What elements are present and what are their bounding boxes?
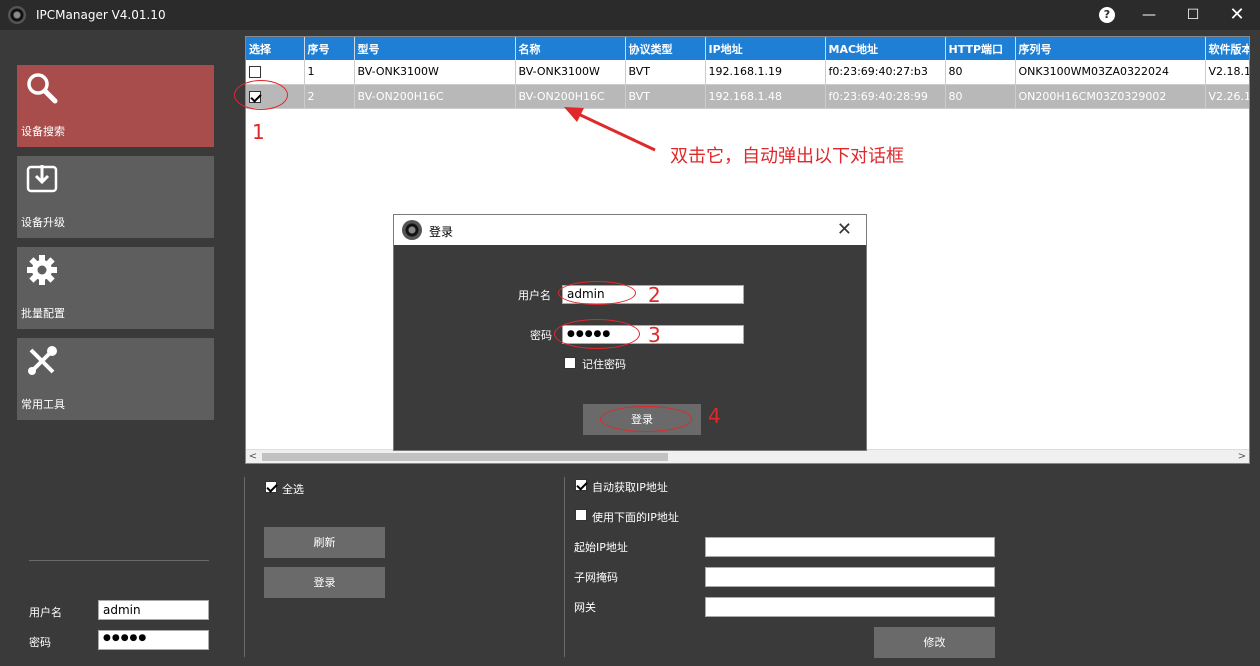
column-header[interactable]: 序列号 — [1015, 37, 1206, 60]
dialog-title-bar: 登录 ✕ — [394, 215, 866, 245]
column-header[interactable]: 协议类型 — [625, 37, 706, 60]
auto-ip-label: 自动获取IP地址 — [592, 481, 668, 494]
minimize-icon[interactable]: — — [1139, 5, 1159, 25]
sidebar-divider — [29, 560, 209, 561]
start-ip-label: 起始IP地址 — [574, 541, 628, 554]
tools-icon — [28, 346, 57, 375]
row-protocol: BVT — [625, 60, 706, 85]
row-port: 80 — [945, 60, 1016, 85]
sidebar-username-input[interactable]: admin — [98, 600, 209, 620]
modify-button[interactable]: 修改 — [874, 627, 995, 658]
remember-password-checkbox[interactable] — [564, 357, 576, 369]
start-ip-input[interactable] — [705, 537, 995, 557]
row-checkbox[interactable] — [249, 66, 261, 79]
download-icon — [26, 165, 58, 193]
annotation-ellipse — [554, 319, 640, 349]
login-button[interactable]: 登录 — [264, 567, 385, 598]
annotation-ellipse — [558, 281, 636, 305]
annotation-number: 4 — [708, 404, 721, 428]
annotation-number: 3 — [648, 323, 661, 347]
maximize-icon[interactable]: ☐ — [1183, 5, 1203, 25]
sidebar-item-device-upgrade[interactable]: 设备升级 — [17, 156, 214, 238]
row-mac: f0:23:69:40:27:b3 — [825, 60, 946, 85]
gateway-input[interactable] — [705, 597, 995, 617]
app-logo-icon — [8, 6, 26, 24]
column-header[interactable]: 软件版本 — [1205, 37, 1249, 60]
title-bar: IPCManager V4.01.10 ? — ☐ ✕ — [0, 0, 1260, 30]
help-icon[interactable]: ? — [1099, 7, 1115, 23]
column-header[interactable]: HTTP端口 — [945, 37, 1016, 60]
sidebar-item-label: 批量配置 — [21, 307, 65, 320]
row-name: BV-ONK3100W — [515, 60, 626, 85]
select-all-checkbox[interactable] — [265, 481, 277, 493]
gear-icon — [27, 255, 57, 285]
annotation-ellipse — [234, 80, 288, 110]
annotation-number: 1 — [252, 120, 265, 144]
horizontal-scrollbar[interactable]: < > — [246, 449, 1249, 463]
subnet-label: 子网掩码 — [574, 571, 618, 584]
row-version: V2.18.17 — [1205, 60, 1249, 85]
dialog-logo-icon — [402, 220, 422, 240]
remember-password-label: 记住密码 — [582, 358, 626, 371]
row-serial: ON200H16CM03Z0329002 — [1015, 84, 1206, 109]
sidebar-item-batch-config[interactable]: 批量配置 — [17, 247, 214, 329]
bottom-divider-mid — [564, 477, 565, 657]
sidebar-username-label: 用户名 — [29, 606, 62, 619]
column-header[interactable]: MAC地址 — [825, 37, 946, 60]
sidebar-item-device-search[interactable]: 设备搜索 — [17, 65, 214, 147]
auto-ip-checkbox[interactable] — [575, 479, 587, 491]
row-serial: ONK3100WM03ZA0322024 — [1015, 60, 1206, 85]
dialog-title: 登录 — [429, 225, 454, 239]
annotation-number: 2 — [648, 283, 661, 307]
search-icon — [27, 73, 58, 104]
annotation-hint: 双击它，自动弹出以下对话框 — [670, 146, 904, 167]
refresh-button[interactable]: 刷新 — [264, 527, 385, 558]
annotation-arrow — [564, 107, 656, 152]
row-ip: 192.168.1.48 — [705, 84, 826, 109]
use-ip-label: 使用下面的IP地址 — [592, 511, 679, 524]
row-ip: 192.168.1.19 — [705, 60, 826, 85]
row-mac: f0:23:69:40:28:99 — [825, 84, 946, 109]
dialog-password-label: 密码 — [530, 329, 552, 342]
select-all-label: 全选 — [282, 483, 304, 496]
close-icon[interactable]: ✕ — [1227, 5, 1247, 25]
column-header[interactable]: IP地址 — [705, 37, 826, 60]
scroll-right-icon[interactable]: > — [1235, 450, 1249, 463]
dialog-close-icon[interactable]: ✕ — [837, 219, 852, 240]
row-model: BV-ONK3100W — [354, 60, 516, 85]
column-header[interactable]: 选择 — [246, 37, 305, 60]
sidebar-password-label: 密码 — [29, 636, 51, 649]
sidebar-password-input[interactable]: ●●●●● — [98, 630, 209, 650]
scrollbar-thumb[interactable] — [262, 453, 668, 461]
device-table: 选择 序号 型号 名称 协议类型 IP地址 MAC地址 HTTP端口 序列号 软… — [246, 37, 1249, 109]
dialog-username-label: 用户名 — [518, 289, 551, 302]
scroll-left-icon[interactable]: < — [246, 450, 260, 463]
sidebar-item-label: 常用工具 — [21, 398, 65, 411]
column-header[interactable]: 序号 — [304, 37, 355, 60]
gateway-label: 网关 — [574, 601, 596, 614]
table-header-row: 选择 序号 型号 名称 协议类型 IP地址 MAC地址 HTTP端口 序列号 软… — [246, 37, 1249, 60]
row-version: V2.26.17 — [1205, 84, 1249, 109]
column-header[interactable]: 型号 — [354, 37, 516, 60]
sidebar-item-label: 设备升级 — [21, 216, 65, 229]
row-port: 80 — [945, 84, 1016, 109]
app-title: IPCManager V4.01.10 — [36, 8, 166, 22]
row-index: 2 — [304, 84, 355, 109]
sidebar-item-tools[interactable]: 常用工具 — [17, 338, 214, 420]
table-row[interactable]: 1 BV-ONK3100W BV-ONK3100W BVT 192.168.1.… — [246, 60, 1249, 85]
bottom-divider-left — [244, 477, 245, 657]
annotation-ellipse — [600, 406, 692, 432]
column-header[interactable]: 名称 — [515, 37, 626, 60]
use-ip-checkbox[interactable] — [575, 509, 587, 521]
row-index: 1 — [304, 60, 355, 85]
login-dialog: 登录 ✕ 用户名 admin 密码 ●●●●● 记住密码 登录 2 3 4 — [393, 214, 867, 451]
subnet-input[interactable] — [705, 567, 995, 587]
row-model: BV-ON200H16C — [354, 84, 516, 109]
sidebar-item-label: 设备搜索 — [21, 125, 65, 138]
table-row[interactable]: 2 BV-ON200H16C BV-ON200H16C BVT 192.168.… — [246, 84, 1249, 109]
